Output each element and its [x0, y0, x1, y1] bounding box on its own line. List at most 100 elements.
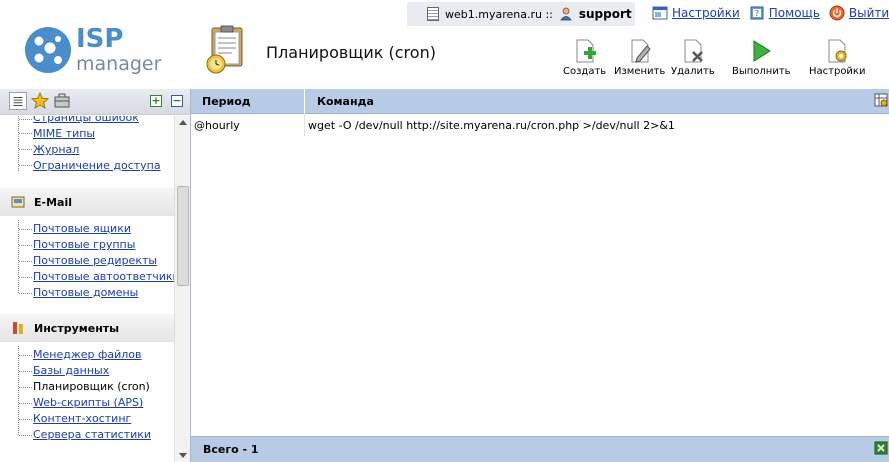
server-info: web1.myarena.ru :: support: [407, 2, 635, 26]
tree-tick: [19, 165, 32, 166]
logo-isp-text: ISP: [76, 24, 124, 54]
nav-statistics-servers[interactable]: Сервера статистики: [33, 428, 151, 441]
scroll-thumb[interactable]: [177, 186, 189, 286]
section-email[interactable]: E-Mail: [0, 188, 174, 216]
column-period[interactable]: Период: [202, 95, 251, 108]
nav-mail-groups[interactable]: Почтовые группы: [33, 238, 135, 251]
table-settings-icon[interactable]: [874, 93, 888, 107]
table-header: Период Команда: [191, 89, 889, 114]
section-email-title: E-Mail: [34, 195, 72, 209]
tree-tick: [19, 435, 32, 436]
nav-mail-redirects[interactable]: Почтовые редиректы: [33, 254, 157, 267]
tree-tick: [19, 277, 32, 278]
nav-access-restriction[interactable]: Ограничение доступа: [33, 159, 161, 172]
edit-icon: [631, 39, 651, 63]
section-tools[interactable]: Инструменты: [0, 314, 174, 342]
svg-text:?: ?: [755, 9, 759, 18]
delete-icon: [684, 39, 703, 63]
nav-file-manager[interactable]: Менеджер файлов: [33, 348, 142, 361]
run-label: Выполнить: [732, 66, 791, 77]
cell-separator: [304, 114, 305, 136]
play-icon: [753, 40, 772, 62]
tree-tick: [19, 371, 32, 372]
logout-link-label: Выйти: [848, 6, 889, 20]
tree-tick: [19, 229, 32, 230]
nav-scheduler-current[interactable]: Планировщик (cron): [33, 380, 150, 393]
tree-tick: [19, 119, 32, 120]
server-host: web1.myarena.ru ::: [445, 7, 553, 21]
server-icon: [427, 7, 439, 21]
nav-mime-types[interactable]: MIME типы: [33, 127, 95, 140]
logo-mark-icon: [25, 27, 71, 73]
tree-tick: [19, 261, 32, 262]
edit-button[interactable]: Изменить: [614, 38, 665, 77]
tree-tick: [19, 149, 32, 150]
delete-label: Удалить: [671, 66, 715, 77]
isp-manager-logo[interactable]: ISP manager: [24, 24, 162, 76]
logout-link[interactable]: Выйти: [829, 5, 889, 21]
tree-line: [18, 116, 19, 171]
nav-mail-autoresponders[interactable]: Почтовые автоответчики: [33, 270, 174, 283]
create-label: Создать: [563, 66, 607, 77]
nav-log[interactable]: Журнал: [33, 143, 79, 156]
tree-tick: [19, 133, 32, 134]
email-section-icon: [11, 196, 25, 208]
nav-databases[interactable]: Базы данных: [33, 364, 109, 377]
run-button[interactable]: Выполнить: [732, 38, 791, 77]
user-icon: [560, 7, 572, 21]
toolbar-settings-label: Настройки: [809, 66, 866, 77]
archive-tab-icon[interactable]: [53, 92, 71, 110]
expand-all-button[interactable]: +: [150, 95, 162, 107]
tree-line: [18, 220, 19, 293]
nav-mail-domains[interactable]: Почтовые домены: [33, 286, 138, 299]
settings-gear-icon: [828, 39, 847, 63]
tree-tick: [19, 355, 32, 356]
favorites-star-icon[interactable]: [31, 92, 49, 110]
collapse-all-button[interactable]: −: [171, 95, 183, 107]
scroll-down-arrow[interactable]: [179, 453, 187, 458]
create-icon: [576, 39, 596, 63]
list-tab-icon[interactable]: [9, 92, 27, 110]
logo-manager-text: manager: [76, 53, 162, 75]
column-separator[interactable]: [304, 89, 305, 114]
nav-error-pages[interactable]: Страницы ошибок: [33, 116, 139, 124]
settings-link[interactable]: Настройки: [652, 5, 740, 21]
column-command[interactable]: Команда: [317, 95, 374, 108]
nav-mailboxes[interactable]: Почтовые ящики: [33, 222, 131, 235]
table-footer: Всего - 1: [191, 436, 889, 462]
power-icon: [829, 5, 845, 21]
tools-section-icon: [13, 322, 23, 334]
sidebar-menu: Страницы ошибок MIME типы Журнал Огранич…: [0, 116, 174, 462]
total-count: Всего - 1: [203, 443, 259, 456]
sidebar: + − Страницы ошибок MIME типы Журнал Огр…: [0, 89, 190, 462]
toolbar-settings-button[interactable]: Настройки: [809, 38, 865, 77]
help-link-label: Помощь: [768, 6, 820, 20]
sidebar-scrollbar[interactable]: [174, 116, 190, 462]
sidebar-header: + −: [0, 89, 190, 115]
scroll-up-arrow[interactable]: [179, 120, 187, 125]
cron-table: Период Команда @hourly wget -O /dev/null…: [190, 89, 889, 462]
settings-link-label: Настройки: [672, 6, 740, 20]
nav-content-hosting[interactable]: Контент-хостинг: [33, 412, 131, 425]
scheduler-clipboard-icon: [206, 25, 243, 74]
edit-label: Изменить: [614, 66, 666, 77]
help-link[interactable]: ? Помощь: [749, 5, 820, 21]
tree-tick: [19, 245, 32, 246]
top-bar: web1.myarena.ru :: support Настройки ? П…: [0, 0, 889, 28]
nav-web-scripts[interactable]: Web-скрипты (APS): [33, 396, 143, 409]
tree-tick: [19, 293, 32, 294]
tree-tick: [19, 419, 32, 420]
delete-button[interactable]: Удалить: [671, 38, 715, 77]
cell-command: wget -O /dev/null http://site.myarena.ru…: [308, 119, 675, 132]
help-book-icon: ?: [750, 6, 764, 20]
section-tools-title: Инструменты: [34, 321, 120, 335]
settings-window-icon: [652, 6, 668, 20]
tree-line: [18, 346, 19, 435]
current-user: support: [578, 7, 632, 21]
export-excel-icon[interactable]: [874, 441, 888, 455]
cell-period: @hourly: [194, 119, 240, 132]
page-title: Планировщик (cron): [266, 43, 436, 62]
tree-tick: [19, 403, 32, 404]
create-button[interactable]: Создать: [563, 38, 606, 77]
tree-tick: [19, 387, 32, 388]
